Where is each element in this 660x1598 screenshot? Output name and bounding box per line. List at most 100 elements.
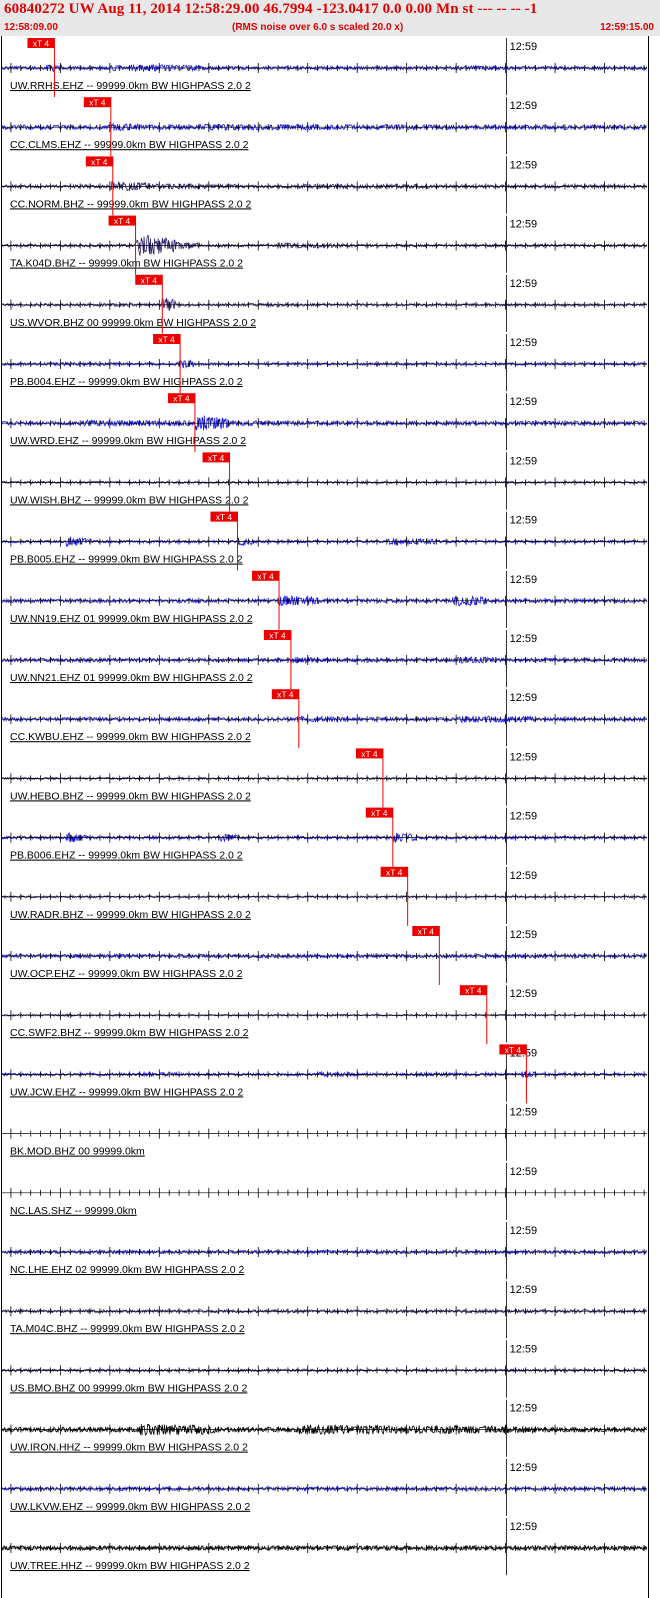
trace-row: 12:59UW.JCW.EHZ -- 99999.0km BW HIGHPASS…: [1, 1044, 647, 1104]
station-label: UW.IRON.HHZ -- 99999.0km BW HIGHPASS 2.0…: [10, 1442, 248, 1454]
minute-marker-label: 12:59: [510, 1403, 538, 1415]
trace-row: 12:59 NC.LHE.EHZ 02 99999.0km BW HIGHPASS…: [1, 1222, 647, 1280]
trace-row: 12:59 UW.OCP.EHZ -- 99999.0km BW HIGHPASS…: [1, 926, 648, 985]
station-label: CC.CLMS.EHZ -- 99999.0km BW HIGHPASS 2.0…: [10, 139, 249, 151]
trace-row: 12:59 US.WVOR.BHZ 00 99999.0km BW HIGHPAS…: [1, 274, 647, 334]
trace-row: 12:59 BK.MOD.BHZ 00 99999.0km: [2, 1103, 647, 1161]
plot-header: 60840272 UW Aug 11, 2014 12:58:29.00 46.…: [0, 0, 660, 36]
event-title: 60840272 UW Aug 11, 2014 12:58:29.00 46.…: [4, 1, 538, 17]
pick-marker-label: xT 4: [216, 512, 233, 522]
pick-marker-label: xT 4: [257, 571, 274, 581]
minute-marker-label: 12:59: [510, 1284, 538, 1296]
trace-row: 12:59 UW.LKVW.EHZ -- 99999.0km BW HIGHPAS…: [1, 1458, 647, 1516]
pick-marker-label: xT 4: [89, 98, 106, 108]
minute-marker-label: 12:59: [510, 692, 538, 704]
minute-marker-label: 12:59: [510, 100, 538, 112]
station-label: UW.TREE.HHZ -- 99999.0km BW HIGHPASS 2.0…: [10, 1560, 250, 1572]
pick-marker-label: xT 4: [158, 335, 175, 345]
pick-marker-label: xT 4: [91, 157, 108, 167]
station-label: TA.K04D.BHZ -- 99999.0km BW HIGHPASS 2.0…: [10, 258, 243, 270]
minute-marker-label: 12:59: [510, 870, 538, 882]
minute-marker-label: 12:59: [510, 159, 538, 171]
station-label: PB.B004.EHZ -- 99999.0km BW HIGHPASS 2.0…: [10, 376, 243, 388]
pick-marker-label: xT 4: [386, 867, 403, 877]
minute-marker-label: 12:59: [510, 219, 538, 231]
station-label: BK.MOD.BHZ 00 99999.0km: [10, 1146, 145, 1158]
minute-marker-label: 12:59: [510, 455, 538, 467]
minute-marker-label: 12:59: [510, 574, 538, 586]
end-time-label: 12:59:15.00: [600, 22, 654, 33]
trace-row: 12:59 TA.M04C.BHZ -- 99999.0km BW HIGHPAS…: [1, 1281, 647, 1339]
pick-marker-label: xT 4: [173, 394, 190, 404]
station-label: NC.LAS.SHZ -- 99999.0km: [10, 1205, 137, 1217]
trace-row: 12:59 UW.RADR.BHZ -- 99999.0km BW HIGHPAS…: [1, 866, 647, 926]
station-label: UW.WRD.EHZ -- 99999.0km BW HIGHPASS 2.0 …: [10, 435, 246, 447]
station-label: US.WVOR.BHZ 00 99999.0km BW HIGHPASS 2.0…: [10, 317, 256, 329]
minute-marker-label: 12:59: [510, 1107, 538, 1119]
seismogram-plot: 12:59 UW.RRHS.EHZ -- 99999.0km BW HIGHPAS…: [1, 36, 649, 1598]
trace-row: 12:59 US.BMO.BHZ 00 99999.0km BW HIGHPASS…: [1, 1340, 647, 1398]
trace-row: 12:59 UW.RRHS.EHZ -- 99999.0km BW HIGHPAS…: [1, 38, 648, 97]
pick-marker-label: xT 4: [208, 453, 225, 463]
pick-marker-label: xT 4: [141, 275, 158, 285]
trace-row: 12:59 UW.HEBO.BHZ -- 99999.0km BW HIGHPAS…: [1, 748, 648, 808]
station-label: UW.HEBO.BHZ -- 99999.0km BW HIGHPASS 2.0…: [10, 790, 251, 802]
station-label: UW.OCP.EHZ -- 99999.0km BW HIGHPASS 2.0 …: [10, 968, 243, 980]
station-label: CC.KWBU.EHZ -- 99999.0km BW HIGHPASS 2.0…: [10, 731, 251, 743]
station-label: UW.RADR.BHZ -- 99999.0km BW HIGHPASS 2.0…: [10, 909, 251, 921]
minute-marker-label: 12:59: [510, 278, 538, 290]
station-label: UW.WISH.BHZ -- 99999.0km BW HIGHPASS 2.0…: [10, 494, 249, 506]
trace-row: 12:59 UW.IRON.HHZ -- 99999.0km BW HIGHPAS…: [1, 1399, 647, 1457]
pick-marker-label: xT 4: [361, 749, 378, 759]
station-label: CC.NORM.BHZ -- 99999.0km BW HIGHPASS 2.0…: [10, 198, 252, 210]
minute-marker-label: 12:59: [510, 1225, 538, 1237]
minute-marker-label: 12:59: [510, 396, 538, 408]
trace-row: 12:59 PB.B005.EHZ -- 99999.0km BW HIGHPAS…: [1, 511, 648, 571]
station-label: UW.NN21.EHZ 01 99999.0km BW HIGHPASS 2.0…: [10, 672, 253, 684]
pick-marker-label: xT 4: [505, 1045, 522, 1055]
trace-row: 12:59 UW.NN21.EHZ 01 99999.0km BW HIGHPAS…: [1, 630, 648, 689]
trace-row: 12:59 UW.NN19.EHZ 01 99999.0km BW HIGHPAS…: [1, 570, 648, 630]
pick-marker-label: xT 4: [277, 690, 294, 700]
trace-row: 12:59 UW.WRD.EHZ -- 99999.0km BW HIGHPASS…: [1, 393, 648, 453]
trace-row: 12:59 NC.LAS.SHZ -- 99999.0km: [2, 1162, 647, 1220]
waveform: [1, 180, 648, 192]
station-label: NC.LHE.EHZ 02 99999.0km BW HIGHPASS 2.0 …: [10, 1264, 245, 1276]
trace-row: 12:59 CC.KWBU.EHZ -- 99999.0km BW HIGHPAS…: [1, 689, 648, 749]
pick-marker-label: xT 4: [114, 216, 131, 226]
station-label: UW.JCW.EHZ -- 99999.0km BW HIGHPASS 2.0 …: [10, 1086, 243, 1098]
trace-row: 12:59 UW.WISH.BHZ -- 99999.0km BW HIGHPAS…: [1, 452, 648, 512]
minute-marker-label: 12:59: [510, 1521, 538, 1533]
minute-marker-label: 12:59: [510, 1343, 538, 1355]
minute-marker-label: 12:59: [510, 1462, 538, 1474]
station-label: CC.SWF2.BHZ -- 99999.0km BW HIGHPASS 2.0…: [10, 1027, 249, 1039]
trace-row: 12:59 PB.B006.EHZ -- 99999.0km BW HIGHPAS…: [1, 807, 648, 867]
minute-marker-label: 12:59: [510, 633, 538, 645]
trace-row: 12:59 UW.TREE.HHZ -- 99999.0km BW HIGHPAS…: [1, 1518, 648, 1576]
trace-row: 12:59 TA.K04D.BHZ -- 99999.0km BW HIGHPAS…: [1, 215, 648, 275]
trace-row: 12:59 PB.B004.EHZ -- 99999.0km BW HIGHPAS…: [1, 334, 648, 393]
pick-marker-label: xT 4: [465, 986, 482, 996]
minute-marker-label: 12:59: [510, 929, 538, 941]
minute-marker-label: 12:59: [510, 988, 538, 1000]
pick-marker-label: xT 4: [418, 927, 435, 937]
station-label: US.BMO.BHZ 00 99999.0km BW HIGHPASS 2.0 …: [10, 1382, 247, 1394]
minute-marker-label: 12:59: [510, 337, 538, 349]
station-label: UW.NN19.EHZ 01 99999.0km BW HIGHPASS 2.0…: [10, 613, 253, 625]
station-label: TA.M04C.BHZ -- 99999.0km BW HIGHPASS 2.0…: [10, 1323, 245, 1335]
minute-marker-label: 12:59: [510, 41, 538, 53]
station-label: PB.B005.EHZ -- 99999.0km BW HIGHPASS 2.0…: [10, 554, 243, 566]
station-label: UW.RRHS.EHZ -- 99999.0km BW HIGHPASS 2.0…: [10, 80, 251, 92]
pick-marker-label: xT 4: [33, 39, 50, 49]
station-label: UW.LKVW.EHZ -- 99999.0km BW HIGHPASS 2.0…: [10, 1501, 250, 1513]
trace-row: 12:59 CC.CLMS.EHZ -- 99999.0km BW HIGHPAS…: [1, 97, 647, 157]
start-time-label: 12:58:09.00: [4, 22, 58, 33]
minute-marker-label: 12:59: [510, 1166, 538, 1178]
station-label: PB.B006.EHZ -- 99999.0km BW HIGHPASS 2.0…: [10, 850, 243, 862]
pick-marker-label: xT 4: [269, 631, 286, 641]
trace-row: 12:59 CC.SWF2.BHZ -- 99999.0km BW HIGHPAS…: [1, 985, 647, 1045]
rms-noise-subtitle: (RMS noise over 6.0 s scaled 20.0 x): [232, 22, 404, 33]
minute-marker-label: 12:59: [510, 515, 538, 527]
minute-marker-label: 12:59: [510, 811, 538, 823]
pick-marker-label: xT 4: [371, 808, 388, 818]
